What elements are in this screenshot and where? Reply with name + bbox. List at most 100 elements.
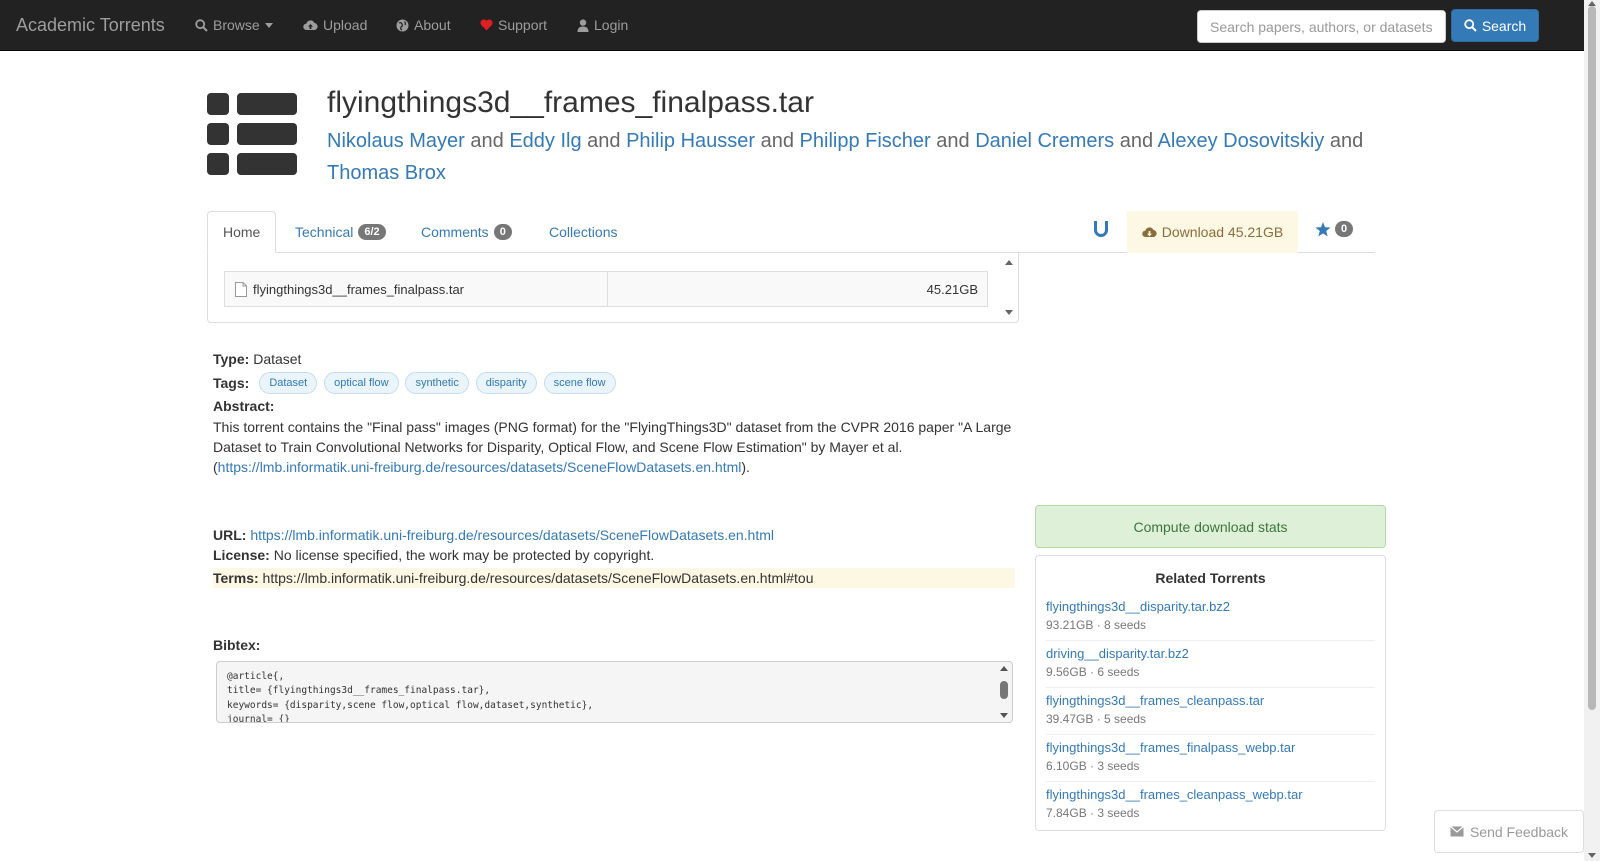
download-label: Download 45.21GB: [1161, 224, 1284, 240]
scroll-thumb[interactable]: [1588, 6, 1596, 710]
abstract-heading: Abstract:: [213, 398, 274, 414]
related-meta: 7.84GB · 3 seeds: [1046, 806, 1140, 820]
navbar: Academic Torrents Browse Upload About Su…: [0, 0, 1584, 51]
author-list: Nikolaus Mayer and Eddy Ilg and Philip H…: [327, 125, 1367, 189]
author-separator: and: [1119, 130, 1154, 152]
related-meta: 93.21GB · 8 seeds: [1046, 618, 1147, 632]
brand-link[interactable]: Academic Torrents: [16, 15, 165, 36]
license-row: License: No license specified, the work …: [213, 547, 654, 563]
tag-list: Dataset optical flow synthetic disparity…: [259, 372, 618, 394]
dataset-list-icon: [207, 93, 299, 177]
cloud-upload-icon: [303, 19, 318, 30]
related-link[interactable]: flyingthings3d__frames_cleanpass.tar: [1046, 692, 1375, 710]
envelope-icon: [1450, 826, 1464, 837]
author-link[interactable]: Alexey Dosovitskiy: [1158, 130, 1325, 152]
author-link[interactable]: Philipp Fischer: [800, 130, 931, 152]
related-meta: 39.47GB · 5 seeds: [1046, 712, 1147, 726]
tab-technical[interactable]: Technical 6/2: [280, 211, 401, 253]
send-feedback-button[interactable]: Send Feedback: [1434, 810, 1584, 853]
magnet-link[interactable]: [1094, 221, 1108, 240]
bibtex-scrollbar[interactable]: [998, 663, 1010, 721]
bibtex-label: Bibtex:: [213, 637, 261, 653]
url-link[interactable]: https://lmb.informatik.uni-freiburg.de/r…: [250, 527, 774, 543]
bibtex-scroll-down[interactable]: [1000, 713, 1008, 718]
caret-down-icon: [264, 22, 273, 28]
nav-login[interactable]: Login: [577, 17, 628, 33]
tag-chip[interactable]: disparity: [475, 372, 537, 394]
file-list-scroll-up[interactable]: [1005, 260, 1013, 265]
url-label: URL:: [213, 527, 247, 543]
nav-about-label: About: [414, 17, 451, 33]
abstract-link[interactable]: https://lmb.informatik.uni-freiburg.de/r…: [218, 459, 742, 475]
abstract-end: ).: [741, 459, 750, 475]
tab-home[interactable]: Home: [207, 211, 277, 253]
type-label: Type:: [213, 351, 250, 367]
author-separator: and: [1329, 130, 1364, 152]
author-link[interactable]: Eddy Ilg: [509, 130, 581, 152]
bibtex-scroll-thumb[interactable]: [1000, 681, 1008, 699]
nav-about[interactable]: About: [396, 17, 451, 33]
related-link[interactable]: flyingthings3d__frames_cleanpass_webp.ta…: [1046, 786, 1375, 804]
author-link[interactable]: Nikolaus Mayer: [327, 130, 465, 152]
related-meta: 6.10GB · 3 seeds: [1046, 759, 1140, 773]
file-size: 45.21GB: [926, 281, 978, 297]
file-name-cell: flyingthings3d__frames_finalpass.tar: [225, 272, 608, 306]
type-row: Type: Dataset: [213, 351, 301, 367]
author-link[interactable]: Daniel Cremers: [975, 130, 1114, 152]
related-link[interactable]: driving__disparity.tar.bz2: [1046, 645, 1375, 663]
tab-collections-label: Collections: [549, 224, 618, 240]
nav-upload[interactable]: Upload: [303, 17, 367, 33]
tag-chip[interactable]: Dataset: [259, 372, 318, 394]
heart-icon: [480, 19, 493, 31]
abstract-text: This torrent contains the "Final pass" i…: [213, 417, 1018, 477]
terms-label: Terms:: [213, 570, 259, 586]
scroll-down-arrow[interactable]: [1588, 853, 1596, 858]
bibtex-scroll-up[interactable]: [1000, 666, 1008, 671]
comments-badge: 0: [493, 224, 512, 240]
author-link[interactable]: Philip Hausser: [626, 130, 755, 152]
nav-browse-label: Browse: [213, 17, 260, 33]
author-link[interactable]: Thomas Brox: [327, 162, 446, 184]
compute-stats-button[interactable]: Compute download stats: [1035, 505, 1386, 548]
tab-collections[interactable]: Collections: [534, 211, 632, 253]
terms-row: Terms: https://lmb.informatik.uni-freibu…: [213, 568, 1015, 588]
page-scrollbar[interactable]: [1584, 0, 1600, 861]
related-link[interactable]: flyingthings3d__frames_finalpass_webp.ta…: [1046, 739, 1375, 757]
type-value: Dataset: [253, 351, 302, 367]
bibtex-textarea[interactable]: @article{, title= {flyingthings3d__frame…: [216, 661, 1013, 723]
file-row[interactable]: flyingthings3d__frames_finalpass.tar 45.…: [224, 271, 988, 307]
technical-badge: 6/2: [358, 224, 386, 240]
tag-chip[interactable]: scene flow: [543, 372, 616, 394]
send-feedback-label: Send Feedback: [1469, 823, 1569, 840]
search-icon: [195, 18, 208, 32]
bibtex-heading: Bibtex:: [213, 637, 260, 653]
nav-login-label: Login: [594, 17, 629, 33]
star-icon: [1315, 221, 1331, 236]
search-button[interactable]: Search: [1451, 9, 1539, 42]
related-item: flyingthings3d__frames_cleanpass_webp.ta…: [1046, 782, 1375, 828]
tags-row: Tags: Dataset optical flow synthetic dis…: [213, 372, 619, 394]
tag-chip[interactable]: synthetic: [405, 372, 469, 394]
file-icon: [235, 281, 247, 297]
tab-comments[interactable]: Comments 0: [406, 211, 527, 253]
search-icon: [1464, 19, 1477, 32]
related-item: flyingthings3d__disparity.tar.bz2 93.21G…: [1046, 594, 1375, 641]
tags-label: Tags:: [213, 375, 250, 391]
search-input[interactable]: [1197, 10, 1446, 43]
file-list-scroll-down[interactable]: [1005, 310, 1013, 315]
nav-browse[interactable]: Browse: [195, 17, 273, 33]
related-title: Related Torrents: [1155, 570, 1266, 586]
tag-chip[interactable]: optical flow: [324, 372, 399, 394]
globe-icon: [396, 19, 409, 31]
related-torrents-panel: Related Torrents flyingthings3d__dispari…: [1035, 555, 1386, 831]
favorite-button[interactable]: 0: [1315, 221, 1354, 237]
nav-support-label: Support: [498, 17, 548, 33]
author-separator: and: [587, 130, 621, 152]
terms-value: https://lmb.informatik.uni-freiburg.de/r…: [262, 570, 814, 586]
related-link[interactable]: flyingthings3d__disparity.tar.bz2: [1046, 598, 1375, 616]
license-value: No license specified, the work may be pr…: [273, 547, 655, 563]
search-button-label: Search: [1481, 17, 1527, 34]
download-button[interactable]: Download 45.21GB: [1127, 211, 1298, 253]
file-name: flyingthings3d__frames_finalpass.tar: [253, 281, 465, 297]
nav-support[interactable]: Support: [480, 17, 547, 33]
